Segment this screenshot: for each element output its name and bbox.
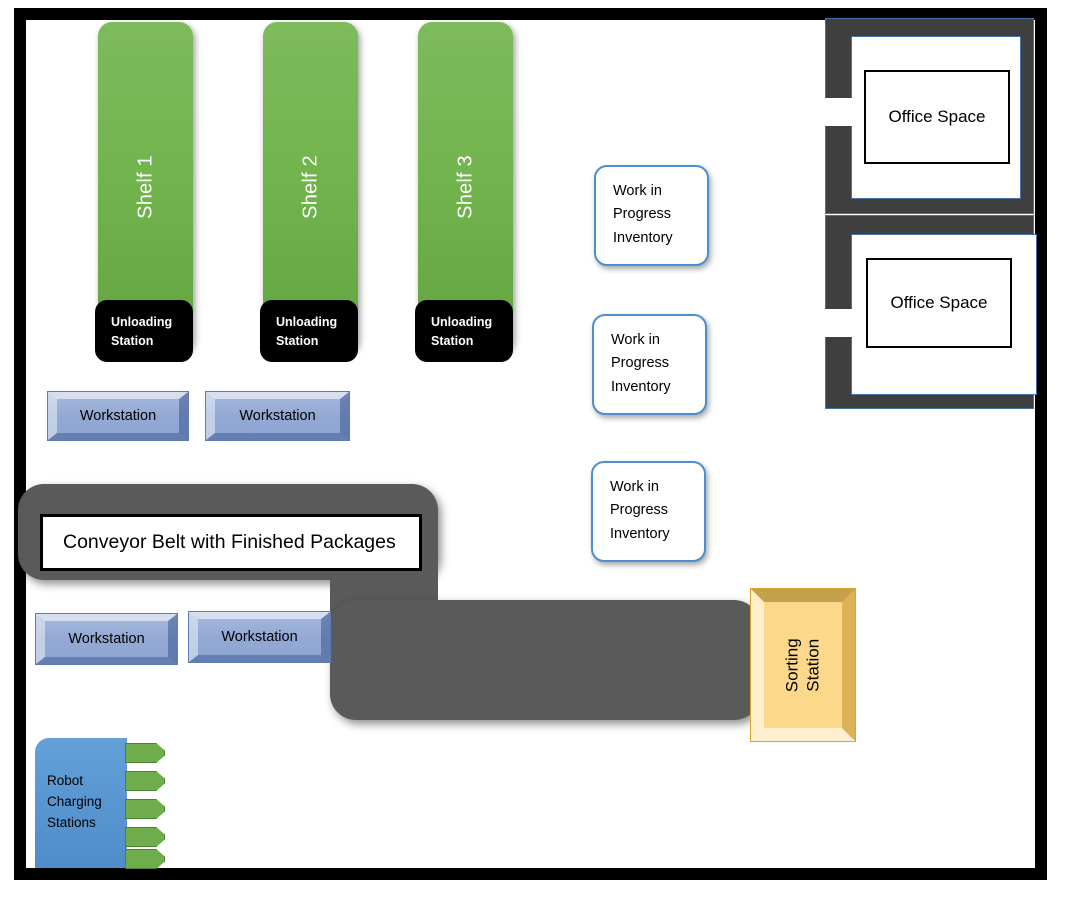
unloading-station-1-line1: Unloading — [111, 315, 173, 329]
unloading-station-3[interactable]: Unloading Station — [415, 300, 513, 362]
wip-2-line1: Work in — [611, 332, 660, 348]
office-1-door-opening — [825, 98, 853, 126]
office-2-label-box[interactable]: Office Space — [866, 258, 1012, 348]
wip-3-line2: Progress — [610, 502, 669, 519]
unloading-station-2-line2: Station — [276, 334, 319, 349]
shelf-2-label: Shelf 2 — [299, 155, 321, 219]
conveyor-belt-label-box[interactable]: Conveyor Belt with Finished Packages — [40, 514, 422, 571]
robot-charging-slot-2[interactable] — [125, 771, 165, 791]
shelf-1-label: Shelf 1 — [134, 155, 156, 219]
sorting-station[interactable]: Sorting Station — [750, 588, 856, 742]
work-in-progress-inventory-1[interactable]: Work in Progress Inventory — [594, 165, 709, 266]
sorting-station-line1: Sorting — [782, 638, 802, 692]
unloading-station-1-line2: Station — [111, 334, 154, 349]
wip-1-line1: Work in — [613, 183, 662, 199]
robot-charging-slot-5[interactable] — [125, 849, 165, 869]
workstation-1[interactable]: Workstation — [47, 391, 189, 441]
office-1-label-box[interactable]: Office Space — [864, 70, 1010, 164]
unloading-station-2[interactable]: Unloading Station — [260, 300, 358, 362]
unloading-station-3-line2: Station — [431, 334, 474, 349]
unloading-station-1[interactable]: Unloading Station — [95, 300, 193, 362]
wip-3-line1: Work in — [610, 479, 659, 495]
work-in-progress-inventory-2[interactable]: Work in Progress Inventory — [592, 314, 707, 415]
office-2-label: Office Space — [890, 293, 988, 312]
robot-charging-stations[interactable]: Robot Charging Stations — [35, 738, 127, 868]
workstation-3-label: Workstation — [68, 631, 145, 647]
robot-charging-line2: Charging — [47, 793, 102, 809]
sorting-station-label: Sorting Station — [782, 638, 825, 692]
wip-1-line2: Progress — [613, 206, 672, 223]
robot-charging-line3: Stations — [47, 814, 96, 830]
workstation-4-label: Workstation — [221, 629, 298, 645]
workstation-1-label: Workstation — [79, 408, 157, 424]
warehouse-floor-plan-diagram: Shelf 1 Shelf 2 Shelf 3 Unloading Statio… — [0, 0, 1069, 898]
office-1-label: Office Space — [888, 107, 986, 126]
robot-charging-stations-label: Robot Charging Stations — [47, 771, 102, 834]
shelf-3-label: Shelf 3 — [454, 155, 476, 219]
workstation-3[interactable]: Workstation — [35, 613, 178, 665]
conveyor-belt-label: Conveyor Belt with Finished Packages — [63, 531, 396, 553]
wip-2-line2: Progress — [611, 355, 670, 372]
sorting-station-line2: Station — [804, 638, 823, 692]
wip-2-line3: Inventory — [611, 378, 671, 395]
unloading-station-3-line1: Unloading — [431, 315, 493, 329]
conveyor-belt-segment-lower — [330, 600, 760, 720]
workstation-2-label: Workstation — [239, 408, 316, 424]
work-in-progress-inventory-3[interactable]: Work in Progress Inventory — [591, 461, 706, 562]
workstation-4[interactable]: Workstation — [188, 611, 331, 663]
workstation-2[interactable]: Workstation — [205, 391, 350, 441]
office-2-door-opening — [825, 309, 853, 337]
robot-charging-slot-3[interactable] — [125, 799, 165, 819]
wip-3-line3: Inventory — [610, 525, 670, 542]
robot-charging-line1: Robot — [47, 773, 84, 788]
unloading-station-2-line1: Unloading — [276, 315, 338, 329]
robot-charging-slot-4[interactable] — [125, 827, 165, 847]
wip-1-line3: Inventory — [613, 229, 673, 246]
robot-charging-slot-1[interactable] — [125, 743, 165, 763]
